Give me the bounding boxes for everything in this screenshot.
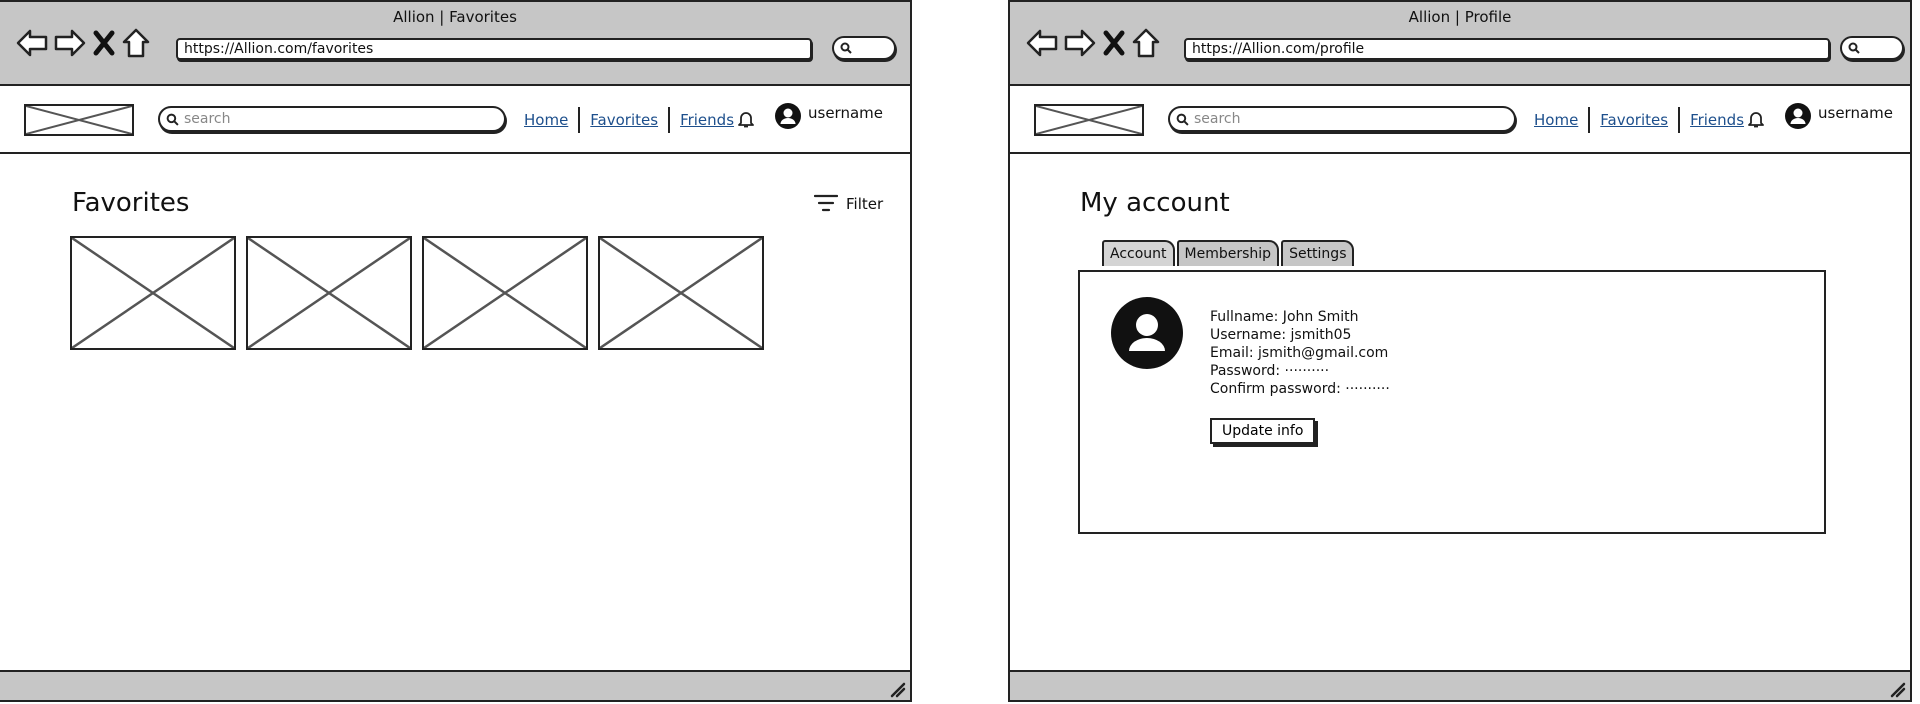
url-bar[interactable]: https://Allion.com/favorites <box>176 38 812 60</box>
account-tabs: Account Membership Settings <box>1102 240 1356 266</box>
browser-titlebar: Allion | Favorites https://Allion.com/fa… <box>0 0 910 86</box>
username-label[interactable]: username <box>808 104 883 122</box>
browser-nav-icons <box>1026 26 1160 60</box>
search-input[interactable]: search <box>1168 106 1516 132</box>
favorite-thumbnail[interactable] <box>70 236 236 350</box>
browser-nav-icons <box>16 26 150 60</box>
email-text: Email: jsmith@gmail.com <box>1210 345 1389 361</box>
tab-settings[interactable]: Settings <box>1281 240 1355 266</box>
search-placeholder: search <box>184 111 231 127</box>
browser-window-favorites: Allion | Favorites https://Allion.com/fa… <box>0 0 912 702</box>
search-input[interactable]: search <box>158 106 506 132</box>
search-icon <box>1848 42 1860 54</box>
favorites-grid <box>70 236 764 350</box>
browser-status-bar <box>1010 670 1910 700</box>
browser-status-bar <box>0 670 910 700</box>
search-icon <box>166 113 179 126</box>
back-arrow-icon[interactable] <box>16 28 48 58</box>
fullname-text: Fullname: John Smith <box>1210 309 1359 325</box>
browser-search-box[interactable] <box>832 36 896 60</box>
image-placeholder-icon <box>1036 106 1142 134</box>
logo-placeholder[interactable] <box>1034 104 1144 136</box>
search-icon <box>840 42 852 54</box>
password-text: Password: ·········· <box>1210 363 1330 379</box>
resize-grip-icon[interactable] <box>1886 678 1906 698</box>
favorite-thumbnail[interactable] <box>598 236 764 350</box>
nav-links: Home Favorites Friends <box>524 106 734 134</box>
site-header: search Home Favorites Friends username <box>0 84 910 154</box>
favorite-thumbnail[interactable] <box>422 236 588 350</box>
nav-link-home[interactable]: Home <box>1534 111 1578 129</box>
home-icon[interactable] <box>1132 28 1160 58</box>
nav-link-friends[interactable]: Friends <box>1690 111 1744 129</box>
page-title: Favorites <box>72 188 190 218</box>
image-placeholder-icon <box>424 238 586 348</box>
filter-label: Filter <box>846 195 884 213</box>
account-details: Fullname: John Smith Username: jsmith05 … <box>1210 308 1390 398</box>
nav-divider <box>668 107 671 133</box>
search-icon <box>1176 113 1189 126</box>
bell-icon[interactable] <box>738 110 754 128</box>
forward-arrow-icon[interactable] <box>1064 28 1096 58</box>
image-placeholder-icon <box>72 238 234 348</box>
profile-avatar-icon <box>1111 297 1183 369</box>
username-label[interactable]: username <box>1818 104 1893 122</box>
logo-placeholder[interactable] <box>24 104 134 136</box>
nav-link-home[interactable]: Home <box>524 111 568 129</box>
window-title: Allion | Favorites <box>393 8 517 26</box>
tab-account[interactable]: Account <box>1102 240 1175 266</box>
window-title: Allion | Profile <box>1408 8 1512 26</box>
image-placeholder-icon <box>26 106 132 134</box>
browser-titlebar: Allion | Profile https://Allion.com/prof… <box>1010 0 1910 86</box>
avatar-icon[interactable] <box>774 102 802 130</box>
account-panel: Fullname: John Smith Username: jsmith05 … <box>1078 270 1826 534</box>
browser-search-box[interactable] <box>1840 36 1904 60</box>
filter-button[interactable]: Filter <box>814 194 883 214</box>
nav-divider <box>1678 107 1681 133</box>
site-header: search Home Favorites Friends username <box>1010 84 1910 154</box>
page-title: My account <box>1080 188 1230 218</box>
forward-arrow-icon[interactable] <box>54 28 86 58</box>
image-placeholder-icon <box>248 238 410 348</box>
close-icon[interactable] <box>1102 29 1126 57</box>
nav-link-friends[interactable]: Friends <box>680 111 734 129</box>
url-bar[interactable]: https://Allion.com/profile <box>1184 38 1830 60</box>
update-info-button[interactable]: Update info <box>1210 418 1316 444</box>
back-arrow-icon[interactable] <box>1026 28 1058 58</box>
tab-membership[interactable]: Membership <box>1176 240 1280 266</box>
resize-grip-icon[interactable] <box>886 678 906 698</box>
close-icon[interactable] <box>92 29 116 57</box>
browser-window-profile: Allion | Profile https://Allion.com/prof… <box>1008 0 1912 702</box>
nav-divider <box>578 107 581 133</box>
nav-link-favorites[interactable]: Favorites <box>590 111 658 129</box>
nav-links: Home Favorites Friends <box>1534 106 1744 134</box>
filter-icon <box>814 194 838 212</box>
bell-icon[interactable] <box>1748 110 1764 128</box>
nav-link-favorites[interactable]: Favorites <box>1600 111 1668 129</box>
username-text: Username: jsmith05 <box>1210 327 1352 343</box>
favorite-thumbnail[interactable] <box>246 236 412 350</box>
avatar-icon[interactable] <box>1784 102 1812 130</box>
nav-divider <box>1588 107 1591 133</box>
confirm-password-text: Confirm password: ·········· <box>1210 381 1390 397</box>
image-placeholder-icon <box>600 238 762 348</box>
search-placeholder: search <box>1194 111 1241 127</box>
home-icon[interactable] <box>122 28 150 58</box>
